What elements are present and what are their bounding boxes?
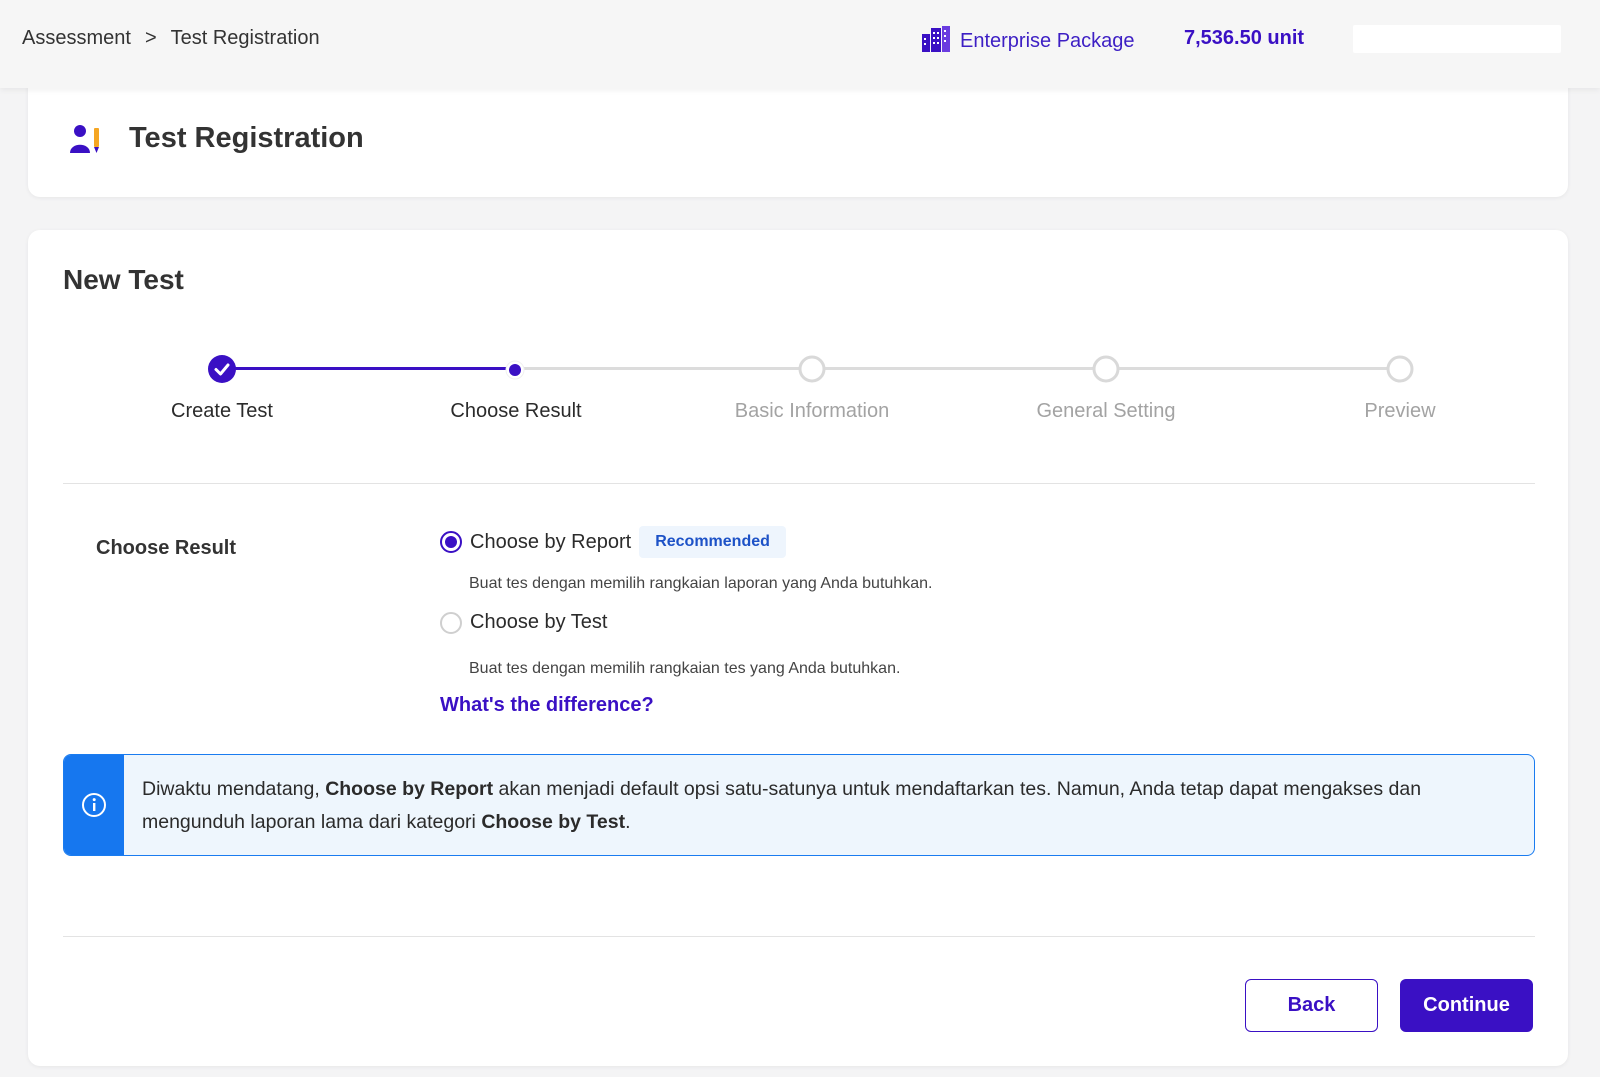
step-create-test-label: Create Test [171, 400, 273, 422]
step-general-setting-node [1092, 355, 1120, 388]
whats-the-difference-link[interactable]: What's the difference? [440, 694, 654, 717]
info-text-part1: Diwaktu mendatang, [142, 778, 326, 800]
radio-choose-by-report[interactable] [440, 531, 462, 553]
step-preview-node [1386, 355, 1414, 388]
info-text-part3: . [625, 811, 631, 833]
back-button[interactable]: Back [1245, 979, 1378, 1032]
step-connector-2 [506, 367, 800, 370]
step-basic-information-label: Basic Information [734, 400, 890, 422]
unit-balance: 7,536.50 unit [1184, 27, 1305, 49]
breadcrumb-test-registration: Test Registration [170, 27, 320, 49]
radio-choose-by-test[interactable] [440, 611, 462, 634]
breadcrumb: Assessment > Test Registration [22, 27, 320, 50]
step-connector-3 [800, 367, 1094, 370]
step-create-test-node [208, 355, 236, 388]
recommended-badge: Recommended [639, 526, 786, 558]
step-connector-4 [1094, 367, 1388, 370]
divider [63, 483, 1535, 484]
option-choose-by-test-label[interactable]: Choose by Test [470, 611, 608, 634]
breadcrumb-separator: > [144, 27, 157, 49]
footer-divider [63, 936, 1535, 937]
registration-icon [70, 124, 102, 159]
option-choose-by-report[interactable]: Choose by Report Recommended [440, 526, 786, 558]
new-test-card: New Test Create Test Choose Result Basic… [28, 230, 1568, 1066]
step-basic-information-node [798, 355, 826, 388]
continue-button[interactable]: Continue [1400, 979, 1533, 1032]
package-indicator[interactable]: Enterprise Package [922, 26, 1135, 57]
option-choose-by-test-description: Buat tes dengan memilih rangkaian tes ya… [469, 660, 901, 677]
info-icon [82, 793, 106, 817]
info-text-bold1: Choose by Report [325, 778, 494, 800]
choose-result-label: Choose Result [96, 537, 237, 559]
page-title: Test Registration [129, 122, 364, 154]
check-icon [208, 355, 236, 383]
option-choose-by-report-description: Buat tes dengan memilih rangkaian lapora… [469, 575, 933, 592]
step-general-setting-label: General Setting [1036, 400, 1176, 422]
info-banner-accent [64, 755, 124, 855]
user-menu[interactable] [1353, 25, 1561, 53]
option-choose-by-report-label[interactable]: Choose by Report [470, 531, 631, 554]
step-choose-result-label: Choose Result [450, 400, 582, 422]
building-icon [922, 26, 950, 57]
option-choose-by-test[interactable]: Choose by Test [440, 611, 608, 634]
step-choose-result-node [505, 360, 525, 385]
info-banner: Diwaktu mendatang, Choose by Report akan… [63, 754, 1535, 856]
info-message: Diwaktu mendatang, Choose by Report akan… [142, 773, 1512, 839]
info-text-bold2: Choose by Test [481, 811, 626, 833]
breadcrumb-assessment[interactable]: Assessment [22, 27, 131, 50]
step-preview-label: Preview [1364, 400, 1436, 422]
step-connector-1 [218, 367, 506, 370]
package-label: Enterprise Package [960, 30, 1135, 52]
top-bar: Assessment > Test Registration Enterpris… [0, 0, 1600, 88]
progress-stepper: Create Test Choose Result Basic Informat… [28, 230, 1568, 480]
